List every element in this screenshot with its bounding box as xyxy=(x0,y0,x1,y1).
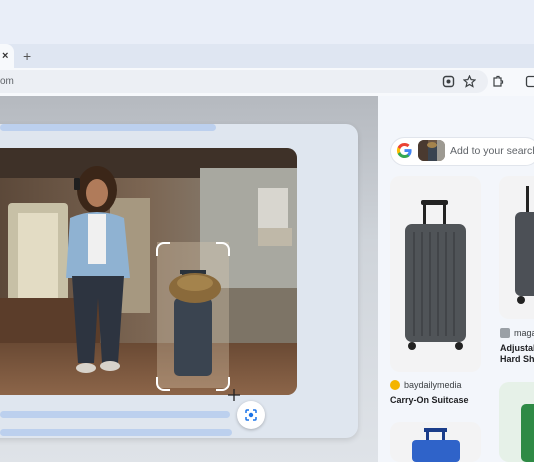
address-bar[interactable] xyxy=(0,70,488,93)
browser-window: × + om Add to your search baydailymedia … xyxy=(0,0,534,462)
placeholder-bar xyxy=(0,429,232,436)
crop-corner-top-right[interactable] xyxy=(216,242,230,256)
source-favicon-icon xyxy=(500,328,510,338)
extensions-icon[interactable] xyxy=(490,74,504,88)
lens-camera-icon xyxy=(245,409,257,421)
google-lens-button[interactable] xyxy=(237,401,265,429)
result-title[interactable]: Adjustab xyxy=(500,343,534,353)
bookmark-star-icon[interactable] xyxy=(462,74,476,88)
result-source[interactable]: baydailymedia xyxy=(404,380,462,390)
tab-close-icon[interactable]: × xyxy=(2,50,8,62)
result-image[interactable] xyxy=(390,176,481,372)
tab-strip xyxy=(0,44,534,68)
crop-corner-bottom-left[interactable] xyxy=(156,377,170,391)
result-source[interactable]: maga xyxy=(514,328,534,338)
search-placeholder[interactable]: Add to your search xyxy=(450,145,534,157)
new-tab-button[interactable]: + xyxy=(23,49,31,63)
result-title[interactable]: Hard She xyxy=(500,354,534,364)
placeholder-bar xyxy=(0,411,230,418)
result-image[interactable] xyxy=(499,176,534,319)
result-image[interactable] xyxy=(390,422,481,462)
result-title[interactable]: Carry-On Suitcase xyxy=(390,395,469,405)
google-g-icon xyxy=(396,142,413,159)
search-image-thumbnail[interactable] xyxy=(418,140,445,161)
title-bar xyxy=(0,0,534,44)
station-photo[interactable] xyxy=(0,148,297,395)
url-text: om xyxy=(0,76,14,87)
crop-corner-top-left[interactable] xyxy=(156,242,170,256)
crosshair-cursor-icon xyxy=(228,389,240,403)
source-favicon-icon xyxy=(390,380,400,390)
side-panel-icon[interactable] xyxy=(524,74,534,88)
result-image[interactable] xyxy=(499,382,534,462)
lens-icon[interactable] xyxy=(441,74,455,88)
placeholder-bar xyxy=(0,124,216,131)
